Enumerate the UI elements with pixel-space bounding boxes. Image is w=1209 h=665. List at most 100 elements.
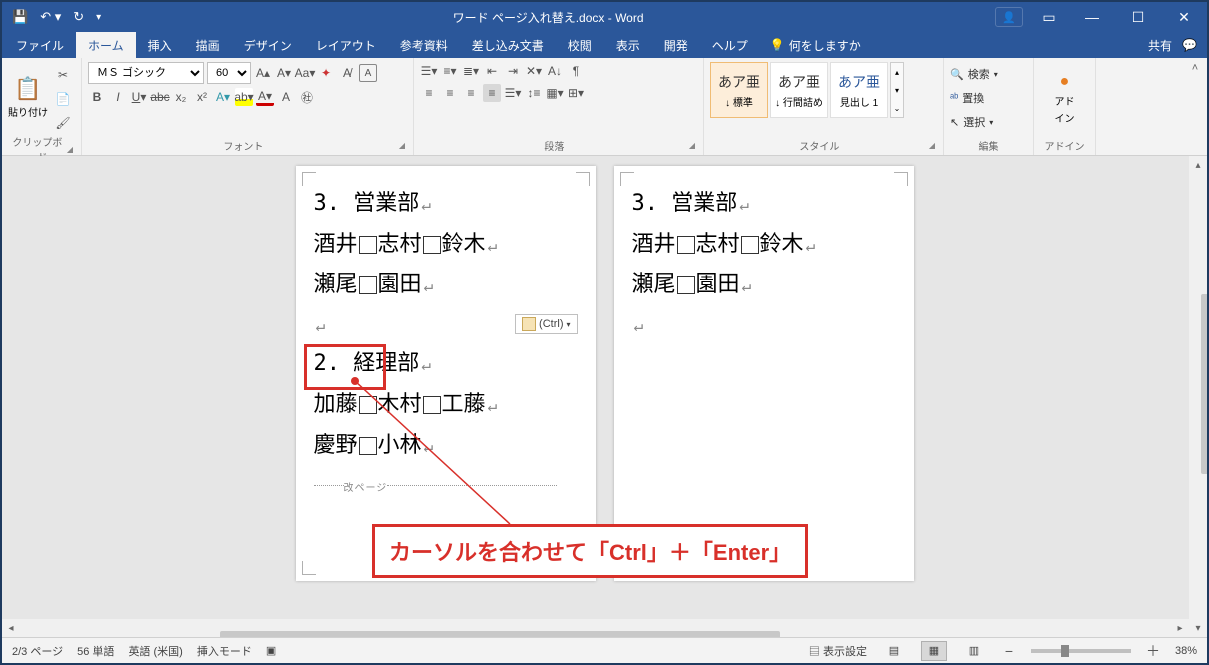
font-name-select[interactable]: ＭＳ ゴシック	[88, 62, 204, 84]
doc-text[interactable]: 瀬尾園田	[314, 264, 578, 305]
font-color-icon[interactable]: A▾	[256, 88, 274, 106]
scroll-thumb[interactable]	[220, 631, 780, 637]
style-normal[interactable]: あア亜 ↓ 標準	[710, 62, 768, 118]
status-page[interactable]: 2/3 ページ	[12, 643, 63, 659]
tab-home[interactable]: ホーム	[76, 32, 136, 58]
doc-text[interactable]: 酒井志村鈴木	[314, 224, 578, 265]
subscript-button[interactable]: x₂	[172, 88, 190, 106]
format-painter-icon[interactable]: 🖌	[54, 114, 72, 132]
style-nospacing[interactable]: あア亜 ↓ 行間詰め	[770, 62, 828, 118]
scroll-up-icon[interactable]: ▴	[1189, 156, 1207, 174]
tab-mailings[interactable]: 差し込み文書	[460, 32, 556, 58]
undo-icon[interactable]: ↶ ▾	[40, 9, 61, 25]
tab-design[interactable]: デザイン	[232, 32, 304, 58]
paste-label[interactable]: 貼り付け	[8, 104, 48, 119]
scroll-thumb[interactable]	[1201, 294, 1207, 474]
find-button[interactable]: 🔍検索▾	[950, 64, 1027, 84]
asian-layout-icon[interactable]: ✕▾	[525, 62, 543, 80]
ruby-icon[interactable]: ✦	[317, 64, 335, 82]
bullets-icon[interactable]: ☰▾	[420, 62, 438, 80]
zoom-slider[interactable]	[1031, 649, 1131, 653]
doc-text[interactable]: 酒井志村鈴木	[632, 224, 896, 265]
maximize-button[interactable]: ☐	[1115, 2, 1161, 32]
status-language[interactable]: 英語 (米国)	[128, 643, 182, 659]
zoom-out-button[interactable]: −	[1001, 643, 1017, 659]
close-button[interactable]: ✕	[1161, 2, 1207, 32]
account-icon[interactable]: 👤	[995, 7, 1023, 27]
line-spacing-icon[interactable]: ↕≡	[525, 84, 543, 102]
styles-launcher-icon[interactable]: ◢	[929, 141, 937, 150]
comments-icon[interactable]: 💬	[1182, 38, 1197, 52]
view-read-mode-icon[interactable]: ▤	[881, 641, 907, 661]
doc-text[interactable]: 2. 経理部	[314, 344, 578, 384]
bold-button[interactable]: B	[88, 88, 106, 106]
styles-up-icon[interactable]: ▴	[891, 63, 903, 81]
save-icon[interactable]: 💾	[12, 9, 28, 25]
scroll-left-icon[interactable]: ◂	[2, 619, 20, 637]
tab-insert[interactable]: 挿入	[136, 32, 184, 58]
doc-text[interactable]: 3. 営業部	[632, 184, 896, 224]
horizontal-scrollbar[interactable]: ◂ ▸	[2, 619, 1189, 637]
display-settings-button[interactable]: ▤ 表示設定	[809, 643, 867, 659]
styles-down-icon[interactable]: ▾	[891, 81, 903, 99]
enclose-char-icon[interactable]: A	[359, 64, 377, 82]
paste-options-button[interactable]: (Ctrl) ▾	[515, 314, 577, 334]
page-break-marker[interactable]: 改ページ	[314, 465, 578, 505]
status-word-count[interactable]: 56 単語	[77, 643, 114, 659]
borders-icon[interactable]: ⊞▾	[567, 84, 585, 102]
view-print-layout-icon[interactable]: ▦	[921, 641, 947, 661]
tab-file[interactable]: ファイル	[4, 32, 76, 58]
zoom-in-button[interactable]: ＋	[1145, 641, 1161, 661]
shrink-font-icon[interactable]: A▾	[275, 64, 293, 82]
zoom-slider-handle[interactable]	[1061, 645, 1069, 657]
scroll-down-icon[interactable]: ▾	[1189, 619, 1207, 637]
tab-layout[interactable]: レイアウト	[304, 32, 388, 58]
replace-button[interactable]: ᵃᵇ置換	[950, 88, 1027, 108]
doc-text[interactable]: 3. 営業部	[314, 184, 578, 224]
align-left-icon[interactable]: ≡	[420, 84, 438, 102]
view-web-layout-icon[interactable]: ▥	[961, 641, 987, 661]
doc-text[interactable]	[632, 305, 896, 345]
page-left[interactable]: 3. 営業部 酒井志村鈴木 瀬尾園田 2. 経理部 加藤木村工藤 慶野小林 改ペ…	[296, 166, 596, 581]
paragraph-launcher-icon[interactable]: ◢	[689, 141, 697, 150]
minimize-button[interactable]: —	[1069, 2, 1115, 32]
clear-format-icon[interactable]: A̸	[338, 64, 356, 82]
multilevel-icon[interactable]: ≣▾	[462, 62, 480, 80]
distribute-icon[interactable]: ☰▾	[504, 84, 522, 102]
justify-icon[interactable]: ≡	[483, 84, 501, 102]
numbering-icon[interactable]: ≡▾	[441, 62, 459, 80]
copy-icon[interactable]: 📄	[54, 90, 72, 108]
share-button[interactable]: 共有	[1148, 37, 1172, 54]
tab-review[interactable]: 校閲	[556, 32, 604, 58]
vertical-scrollbar[interactable]: ▴ ▾	[1189, 156, 1207, 637]
macro-record-icon[interactable]: ▣	[266, 644, 276, 657]
grow-font-icon[interactable]: A▴	[254, 64, 272, 82]
style-heading1[interactable]: あア亜 見出し 1	[830, 62, 888, 118]
align-center-icon[interactable]: ≡	[441, 84, 459, 102]
decrease-indent-icon[interactable]: ⇤	[483, 62, 501, 80]
underline-button[interactable]: U▾	[130, 88, 148, 106]
tab-view[interactable]: 表示	[604, 32, 652, 58]
tab-references[interactable]: 参考資料	[388, 32, 460, 58]
show-marks-icon[interactable]: ¶	[567, 62, 585, 80]
italic-button[interactable]: I	[109, 88, 127, 106]
text-effects-icon[interactable]: A▾	[214, 88, 232, 106]
doc-text[interactable]: 瀬尾園田	[632, 264, 896, 305]
change-case-icon[interactable]: Aa▾	[296, 64, 314, 82]
font-size-select[interactable]: 60	[207, 62, 251, 84]
clipboard-launcher-icon[interactable]: ◢	[67, 145, 75, 154]
zoom-level[interactable]: 38%	[1175, 645, 1197, 657]
status-insert-mode[interactable]: 挿入モード	[197, 643, 252, 659]
doc-text[interactable]: 加藤木村工藤	[314, 384, 578, 425]
superscript-button[interactable]: x²	[193, 88, 211, 106]
align-right-icon[interactable]: ≡	[462, 84, 480, 102]
strike-button[interactable]: abc	[151, 88, 169, 106]
page-right[interactable]: 3. 営業部 酒井志村鈴木 瀬尾園田	[614, 166, 914, 581]
collapse-ribbon-icon[interactable]: ˄	[1192, 62, 1198, 74]
tab-help[interactable]: ヘルプ	[700, 32, 760, 58]
doc-text[interactable]: 慶野小林	[314, 425, 578, 466]
ribbon-display-options-icon[interactable]: ▭	[1029, 2, 1069, 32]
enclose-icon[interactable]: ㊓	[298, 88, 316, 106]
redo-icon[interactable]: ↻	[73, 9, 84, 25]
tab-developer[interactable]: 開発	[652, 32, 700, 58]
